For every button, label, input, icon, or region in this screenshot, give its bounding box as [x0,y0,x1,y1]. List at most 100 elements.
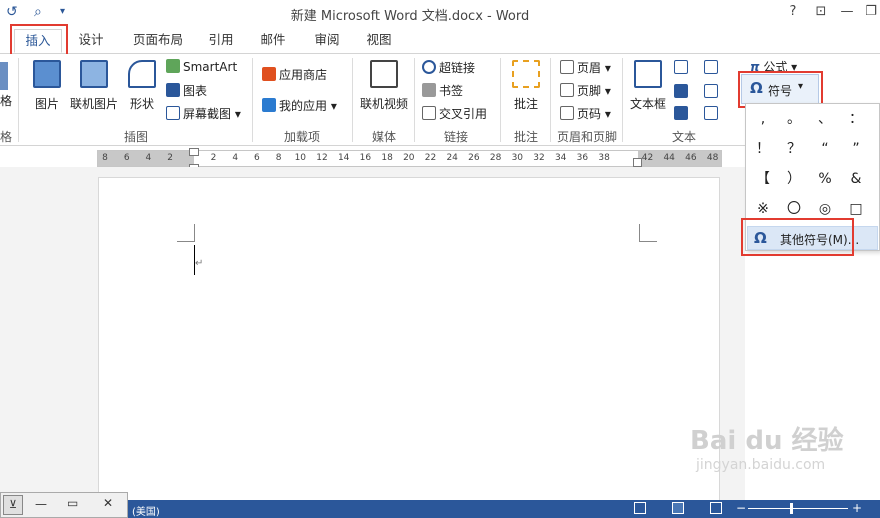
wordart-icon[interactable] [674,84,688,98]
page-number-label: 页码 [577,107,602,121]
comment-button[interactable]: 批注 [508,60,544,112]
footer-button[interactable]: 页脚 ▾ [560,82,611,99]
print-layout-icon[interactable] [672,502,684,514]
zoom-in-icon[interactable]: + [852,501,862,515]
picture-icon [33,60,61,88]
chart-button[interactable]: 图表 [166,82,207,99]
picture-button[interactable]: 图片 [32,60,62,112]
document-page[interactable]: ↵ [99,178,719,508]
float-maximize-button[interactable]: ▭ [67,496,78,510]
text-group-label: 文本 [671,130,696,144]
ribbon-display-button[interactable]: ⊡ [808,2,834,22]
symbol-cell[interactable]: ？ [781,136,807,162]
store-icon [262,67,276,81]
ruler-tick-label: 4 [232,153,239,163]
smartart-button[interactable]: SmartArt [166,59,237,74]
screenshot-icon [166,106,180,120]
tab-mailings[interactable]: 邮件 [256,29,290,53]
symbol-cell[interactable]: % [812,166,838,192]
language-status[interactable]: (美国) [132,503,160,518]
my-apps-button[interactable]: 我的应用 ▾ [262,97,337,114]
cut-label: 格 [0,94,13,108]
online-picture-button[interactable]: 联机图片 [68,60,120,112]
symbol-cell[interactable]: “ [812,136,838,162]
top-right-crop-mark [639,224,657,242]
zoom-slider-track[interactable] [748,508,848,509]
bookmark-button[interactable]: 书签 [422,82,463,99]
zoom-slider-thumb[interactable] [790,503,793,514]
read-mode-icon[interactable] [634,502,646,514]
ruler-tick-label: 44 [663,153,675,163]
tab-references[interactable]: 引用 [204,29,238,53]
separator [252,58,253,142]
top-left-crop-mark [177,224,195,242]
watermark-url: jingyan.baidu.com [696,457,826,473]
chart-icon [166,83,180,97]
symbol-cell[interactable]: 。 [781,106,807,132]
cross-reference-button[interactable]: 交叉引用 [422,105,487,122]
header-icon [560,60,574,74]
first-line-indent-marker[interactable] [189,148,199,156]
symbol-cell[interactable]: , [750,106,776,132]
float-minimize-button[interactable]: — [35,497,47,511]
tab-insert-highlight [10,24,68,56]
picture-label: 图片 [34,97,59,111]
object-icon[interactable] [704,106,718,120]
online-picture-label: 联机图片 [69,97,118,111]
symbol-cell[interactable]: 、 [812,106,838,132]
online-video-label: 联机视频 [359,97,408,111]
symbol-cell[interactable]: ： [843,106,869,132]
header-button[interactable]: 页眉 ▾ [560,59,611,76]
restore-button[interactable]: ❐ [858,2,880,22]
drop-cap-icon[interactable] [674,106,688,120]
pin-button[interactable]: ⊻ [3,495,23,515]
symbol-cell[interactable]: ！ [750,136,776,162]
hyperlink-button[interactable]: 超链接 [422,59,475,76]
links-group-label: 链接 [443,130,468,144]
shapes-button[interactable]: 形状 [126,60,158,112]
date-time-icon[interactable] [704,84,718,98]
cut-icon [0,62,8,90]
web-layout-icon[interactable] [710,502,722,514]
tab-review[interactable]: 审阅 [310,29,344,53]
separator [352,58,353,142]
screenshot-button[interactable]: 屏幕截图 ▾ [166,105,241,122]
comments-group-label: 批注 [513,130,538,144]
footer-icon [560,83,574,97]
symbol-cell[interactable]: ” [843,136,869,162]
ruler-tick-label: 12 [316,153,328,163]
ruler-tick-label: 2 [210,153,217,163]
headerfooter-group-label: 页眉和页脚 [556,130,617,144]
cross-reference-label: 交叉引用 [439,107,488,121]
symbol-cell[interactable]: ） [781,166,807,192]
quick-parts-icon[interactable] [674,60,688,74]
symbol-cell[interactable]: 【 [750,166,776,192]
help-button[interactable]: ? [780,2,806,22]
screenshot-label: 屏幕截图 [183,107,232,121]
my-apps-label: 我的应用 [279,99,328,113]
page-number-button[interactable]: 页码 ▾ [560,105,611,122]
watermark-brand: Bai du 经验 [690,426,844,456]
store-button[interactable]: 应用商店 [262,66,327,83]
tab-view[interactable]: 视图 [362,29,396,53]
minimize-button[interactable]: — [834,2,860,22]
header-label: 页眉 [577,61,602,75]
status-bar: (美国) − + [0,500,880,518]
right-indent-marker[interactable] [633,158,642,167]
float-close-button[interactable]: ✕ [103,496,113,510]
separator [414,58,415,142]
smartart-icon [166,59,180,73]
more-symbols-highlight [741,218,854,256]
zoom-out-icon[interactable]: − [736,501,746,515]
textbox-button[interactable]: 文本框 [628,60,668,112]
tab-page-layout[interactable]: 页面布局 [128,29,188,53]
page-number-icon [560,106,574,120]
ruler-tick-label: 34 [554,153,567,163]
online-video-button[interactable]: 联机视频 [356,60,412,112]
tab-design[interactable]: 设计 [74,29,108,53]
signature-icon[interactable] [704,60,718,74]
ruler-tick-label: 8 [275,153,282,163]
my-apps-icon [262,98,276,112]
symbol-cell[interactable]: & [843,166,869,192]
store-label: 应用商店 [279,68,328,82]
